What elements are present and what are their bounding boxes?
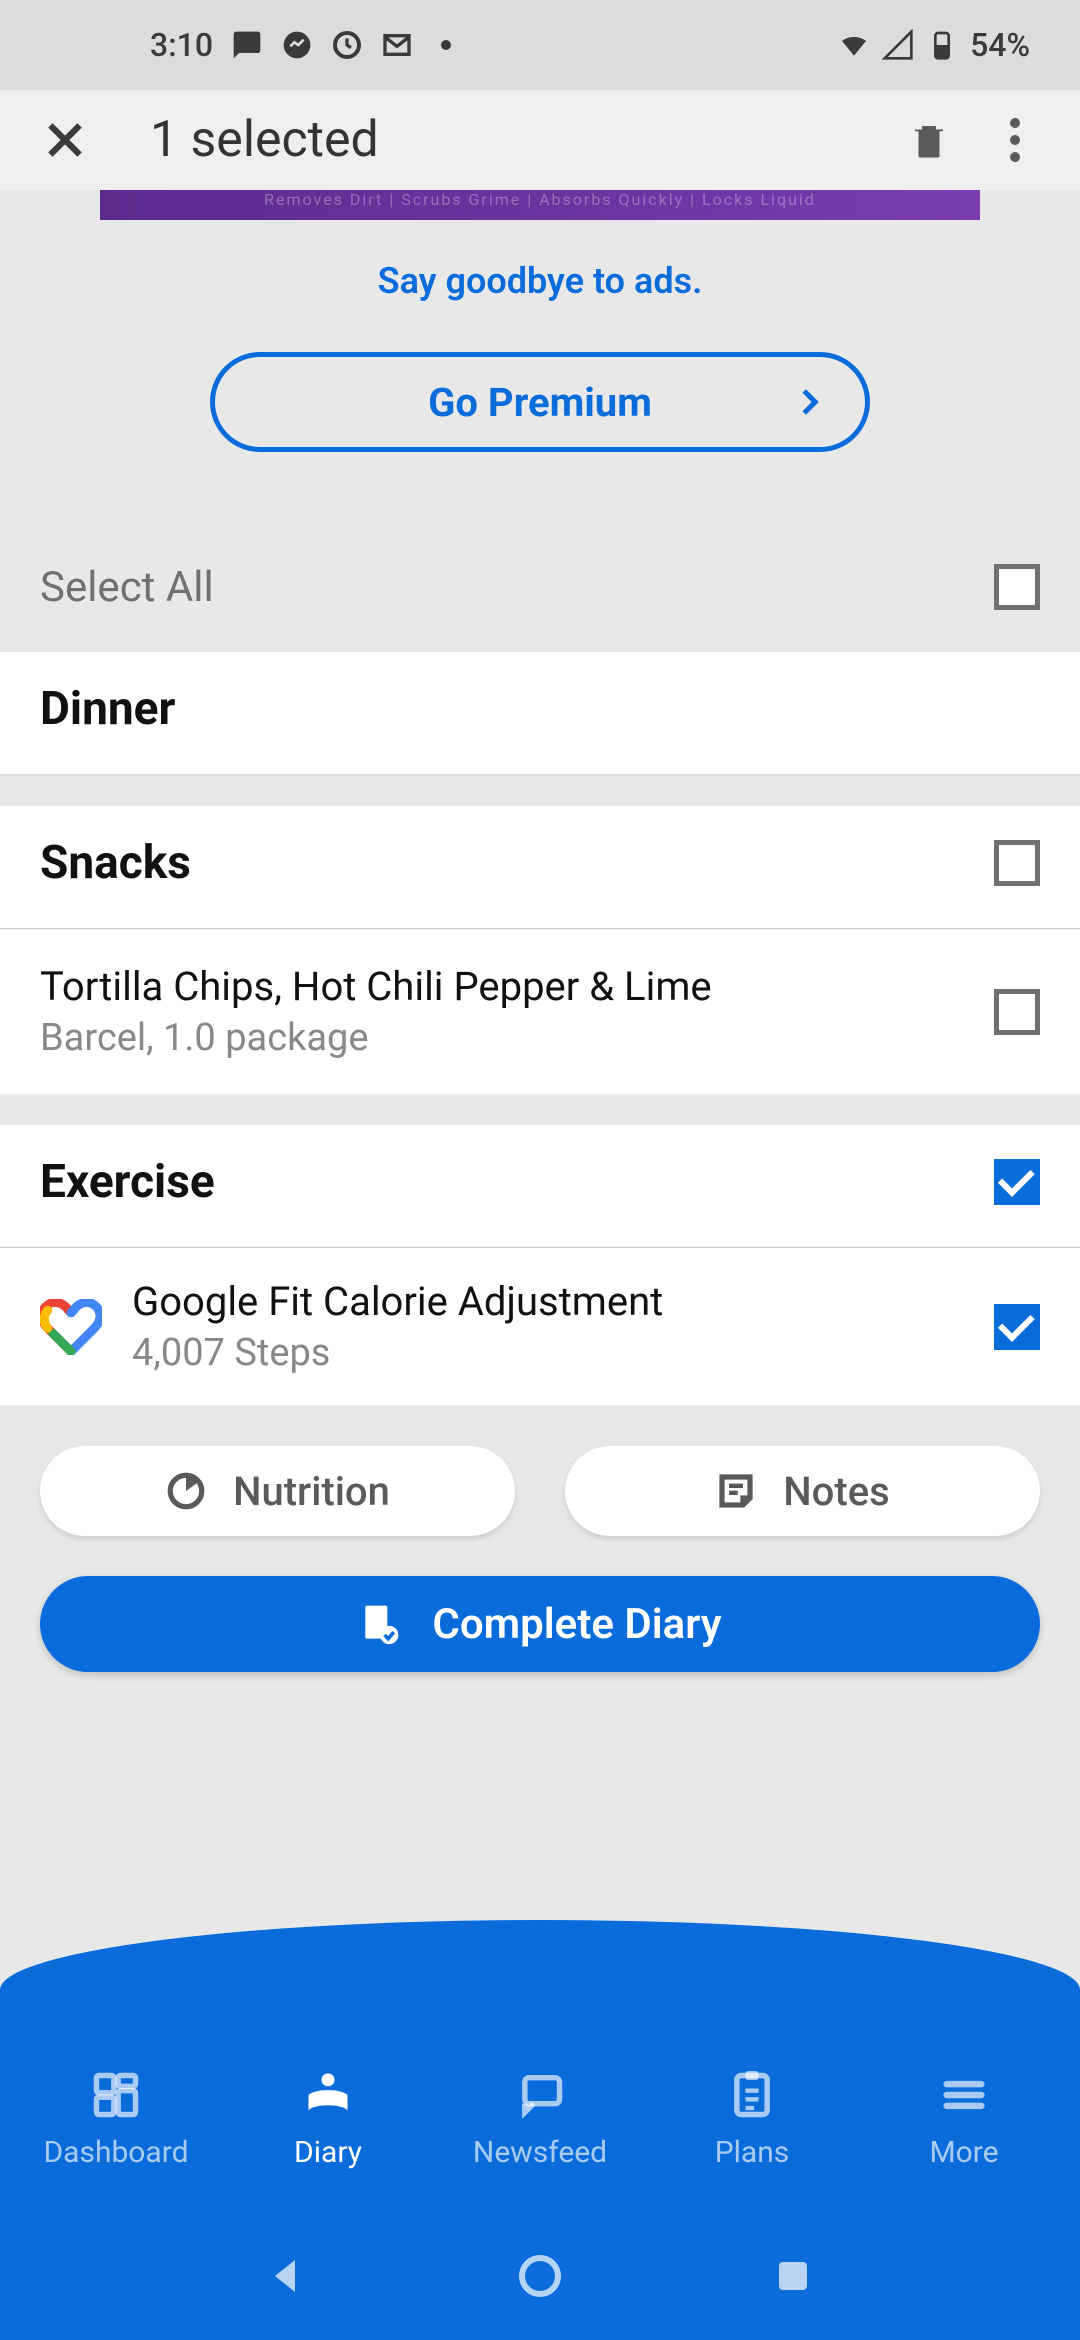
nav-label: More [929, 2135, 998, 2170]
battery-percent: 54% [970, 26, 1030, 64]
gmail-icon [381, 29, 413, 61]
hamburger-icon [938, 2069, 990, 2121]
close-icon[interactable] [40, 115, 90, 165]
bottom-nav: Dashboard Diary Newsfeed Plans More [0, 1920, 1080, 2340]
recents-button[interactable] [769, 2252, 817, 2300]
system-nav-bar [0, 2252, 1080, 2300]
nav-label: Newsfeed [473, 2135, 607, 2170]
exercise-item-title: Google Fit Calorie Adjustment [132, 1278, 663, 1325]
select-all-label: Select All [40, 563, 214, 612]
wifi-icon [838, 29, 870, 61]
diary-icon [302, 2069, 354, 2121]
exercise-item-checkbox[interactable] [994, 1304, 1040, 1350]
nutrition-button[interactable]: Nutrition [40, 1446, 515, 1536]
goodbye-ads-link[interactable]: Say goodbye to ads. [0, 260, 1080, 302]
dinner-title: Dinner [40, 682, 175, 736]
dashboard-icon [90, 2069, 142, 2121]
snacks-item-title: Tortilla Chips, Hot Chili Pepper & Lime [40, 963, 712, 1010]
complete-diary-button[interactable]: Complete Diary [40, 1576, 1040, 1672]
complete-label: Complete Diary [432, 1600, 721, 1649]
snacks-section-header[interactable]: Snacks [0, 806, 1080, 929]
status-time: 3:10 [150, 26, 213, 64]
note-icon [715, 1470, 757, 1512]
trash-icon[interactable] [908, 119, 950, 161]
snacks-title: Snacks [40, 836, 191, 890]
action-row: Nutrition Notes [0, 1406, 1080, 1576]
battery-icon [926, 29, 958, 61]
notes-label: Notes [783, 1468, 889, 1515]
nav-more[interactable]: More [874, 2069, 1054, 2170]
nav-newsfeed[interactable]: Newsfeed [450, 2069, 630, 2170]
selection-header: 1 selected [0, 90, 1080, 190]
exercise-title: Exercise [40, 1155, 215, 1209]
chat-icon [231, 29, 263, 61]
selection-count: 1 selected [150, 111, 908, 169]
nav-label: Dashboard [43, 2135, 188, 2170]
nav-plans[interactable]: Plans [662, 2069, 842, 2170]
dot-icon [441, 40, 451, 50]
exercise-checkbox[interactable] [994, 1159, 1040, 1205]
snacks-item-sub: Barcel, 1.0 package [40, 1016, 712, 1060]
select-all-row[interactable]: Select All [0, 522, 1080, 652]
google-fit-icon [40, 1299, 102, 1355]
nutrition-label: Nutrition [233, 1468, 390, 1515]
premium-label: Go Premium [428, 379, 652, 426]
nav-label: Diary [294, 2135, 362, 2170]
nav-dashboard[interactable]: Dashboard [26, 2069, 206, 2170]
piechart-icon [165, 1470, 207, 1512]
home-button[interactable] [516, 2252, 564, 2300]
exercise-item-sub: 4,007 Steps [132, 1331, 663, 1375]
exercise-item-row[interactable]: Google Fit Calorie Adjustment 4,007 Step… [0, 1248, 1080, 1406]
newsfeed-icon [514, 2069, 566, 2121]
nav-diary[interactable]: Diary [238, 2069, 418, 2170]
diary-check-icon [358, 1602, 402, 1646]
back-button[interactable] [263, 2252, 311, 2300]
overflow-menu-icon[interactable] [1010, 118, 1020, 162]
messenger-icon [281, 29, 313, 61]
snacks-item-checkbox[interactable] [994, 989, 1040, 1035]
signal-icon [882, 29, 914, 61]
timer-icon [331, 29, 363, 61]
chevron-right-icon [793, 389, 818, 414]
nav-label: Plans [715, 2135, 790, 2170]
select-all-checkbox[interactable] [994, 564, 1040, 610]
go-premium-button[interactable]: Go Premium [210, 352, 870, 452]
snacks-item-row[interactable]: Tortilla Chips, Hot Chili Pepper & Lime … [0, 929, 1080, 1095]
snacks-checkbox[interactable] [994, 840, 1040, 886]
ad-banner[interactable]: Removes Dirt | Scrubs Grime | Absorbs Qu… [100, 190, 980, 220]
notes-button[interactable]: Notes [565, 1446, 1040, 1536]
exercise-section-header[interactable]: Exercise [0, 1125, 1080, 1248]
status-bar: 3:10 54% [0, 0, 1080, 90]
dinner-section-header[interactable]: Dinner [0, 652, 1080, 776]
plans-icon [726, 2069, 778, 2121]
